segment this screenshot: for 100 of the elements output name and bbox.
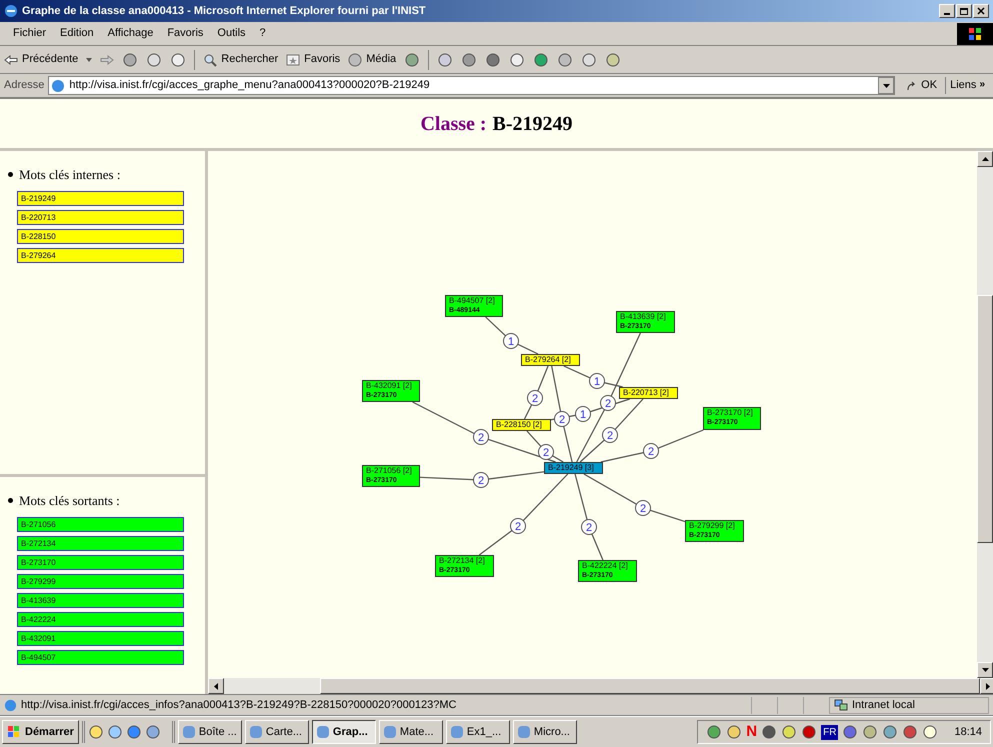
app-icon [250,726,262,738]
up-arrow-icon[interactable] [982,157,988,161]
page-icon [51,78,66,92]
menu-item[interactable]: Edition [55,25,99,42]
keyword-link[interactable]: B-271056 [17,516,184,532]
heading-label: Classe : [420,112,487,136]
keyword-link[interactable]: B-279299 [17,574,184,588]
edge-weight: 1 [575,406,591,422]
app-icon [518,726,530,738]
heading-value: B-219249 [492,112,573,136]
bullet-icon [8,498,13,504]
keyword-link[interactable]: B-220713 [17,210,184,224]
network-icon [834,698,848,712]
edge-weight: 2 [581,519,597,535]
menu-item[interactable]: Outils [212,25,251,42]
graph-node[interactable]: B-219249 [3] [544,462,603,474]
edge-weight: 2 [538,444,554,460]
tray-icon[interactable] [842,724,858,740]
bullet-icon [8,172,13,178]
go-button[interactable]: OK [899,77,946,94]
dropdown-caret-icon[interactable] [86,58,92,62]
keyword-link[interactable]: B-273170 [17,554,184,570]
down-arrow-icon[interactable] [982,668,988,672]
tray-icon[interactable] [862,724,878,740]
edge-weight: 1 [503,333,519,349]
edge-weight: 2 [473,429,489,445]
keyword-link[interactable]: B-413639 [17,592,184,608]
menu-item[interactable]: Favoris [162,25,208,42]
edge-weight: 2 [600,395,616,411]
menu-item[interactable]: Fichier [8,25,52,42]
keyword-link[interactable]: B-219249 [17,190,184,206]
maximize-button[interactable] [956,4,972,18]
windows-logo-icon [7,726,21,738]
status-text: http://visa.inist.fr/cgi/acces_infos?ana000413?B-219249?B-228150?000020?000123?MC [21,698,458,713]
close-button[interactable] [973,4,989,18]
favorites-button[interactable]: Favoris [286,51,340,68]
edge-weight: 2 [527,390,543,406]
keyword-link[interactable]: B-432091 [17,630,184,646]
edge-weight: 2 [473,472,489,488]
search-icon [203,52,218,66]
edge-weight: 1 [589,373,605,389]
tray-icon[interactable] [761,724,778,740]
vertical-scrollbar[interactable] [977,151,993,678]
app-icon [182,726,195,738]
graph-node[interactable]: B-220713 [2] [619,387,678,399]
taskbar-button[interactable]: Ex1_... [446,720,510,744]
start-button[interactable]: Démarrer [2,720,79,744]
close-icon [977,7,985,15]
app-icon [450,726,463,738]
keyword-link[interactable]: B-228150 [17,228,184,244]
graph-node[interactable]: B-228150 [2] [492,419,551,431]
media-button[interactable]: Média [348,51,396,68]
keyword-link[interactable]: B-272134 [17,536,184,550]
menu-item[interactable]: Affichage [102,25,158,42]
app-icon [316,726,329,738]
taskbar-button[interactable]: Carte... [244,720,309,744]
back-arrow-icon [4,54,18,64]
taskbar-button[interactable]: Grap... [312,720,376,744]
caret-icon [882,84,890,88]
taskbar-button[interactable]: Mate... [378,720,443,744]
left-arrow-icon[interactable] [214,682,218,690]
language-indicator[interactable]: FR [821,724,838,740]
star-folder-icon [286,54,300,66]
keyword-link[interactable]: B-494507 [17,650,184,664]
horizontal-scrollbar[interactable] [208,678,993,694]
address-label: Adresse [4,78,44,94]
go-arrow-icon [907,80,918,90]
browser-icon [4,4,18,18]
minimize-button[interactable] [939,4,955,18]
search-button[interactable]: Rechercher [203,51,278,68]
section-title: Mots clés sortants : [19,492,120,510]
graph-node[interactable]: B-279264 [2] [521,354,580,366]
edge-weight: 2 [602,427,618,443]
window-title: Graphe de la classe ana000413 - Microsoft Internet Explorer fourni par l'INIST [22,4,427,19]
zone-label: Intranet local [852,698,915,713]
clock: 18:14 [954,724,982,740]
tray-icon[interactable] [902,724,918,740]
taskbar-button[interactable]: Boîte ... [178,720,242,744]
keyword-link[interactable]: B-422224 [17,612,184,626]
tray-icon[interactable] [781,724,798,740]
tray-icon[interactable] [882,724,898,740]
edge-weight: 2 [643,443,659,459]
edge-weight: 2 [554,411,570,427]
dropdown-button[interactable] [878,77,894,94]
keyword-link[interactable]: B-279264 [17,248,184,262]
app-icon [384,726,396,738]
links-button[interactable]: Liens » [950,77,989,94]
page-icon [4,698,17,712]
tray-icon[interactable] [801,724,818,740]
tray-icon[interactable] [706,724,722,740]
address-field[interactable]: http://visa.inist.fr/cgi/acces_graphe_menu?ana000413?000020?B-219249 [48,76,896,95]
edge-weight: 2 [510,518,526,534]
back-button[interactable]: Précédente [4,51,78,68]
taskbar-button[interactable]: Micro... [512,720,577,744]
menu-item[interactable]: ? [254,25,271,42]
windows-logo-icon [957,22,993,44]
edge-line [485,316,538,355]
right-arrow-icon[interactable] [986,682,990,690]
edge-weight: 2 [635,500,651,516]
section-title: Mots clés internes : [19,166,120,184]
